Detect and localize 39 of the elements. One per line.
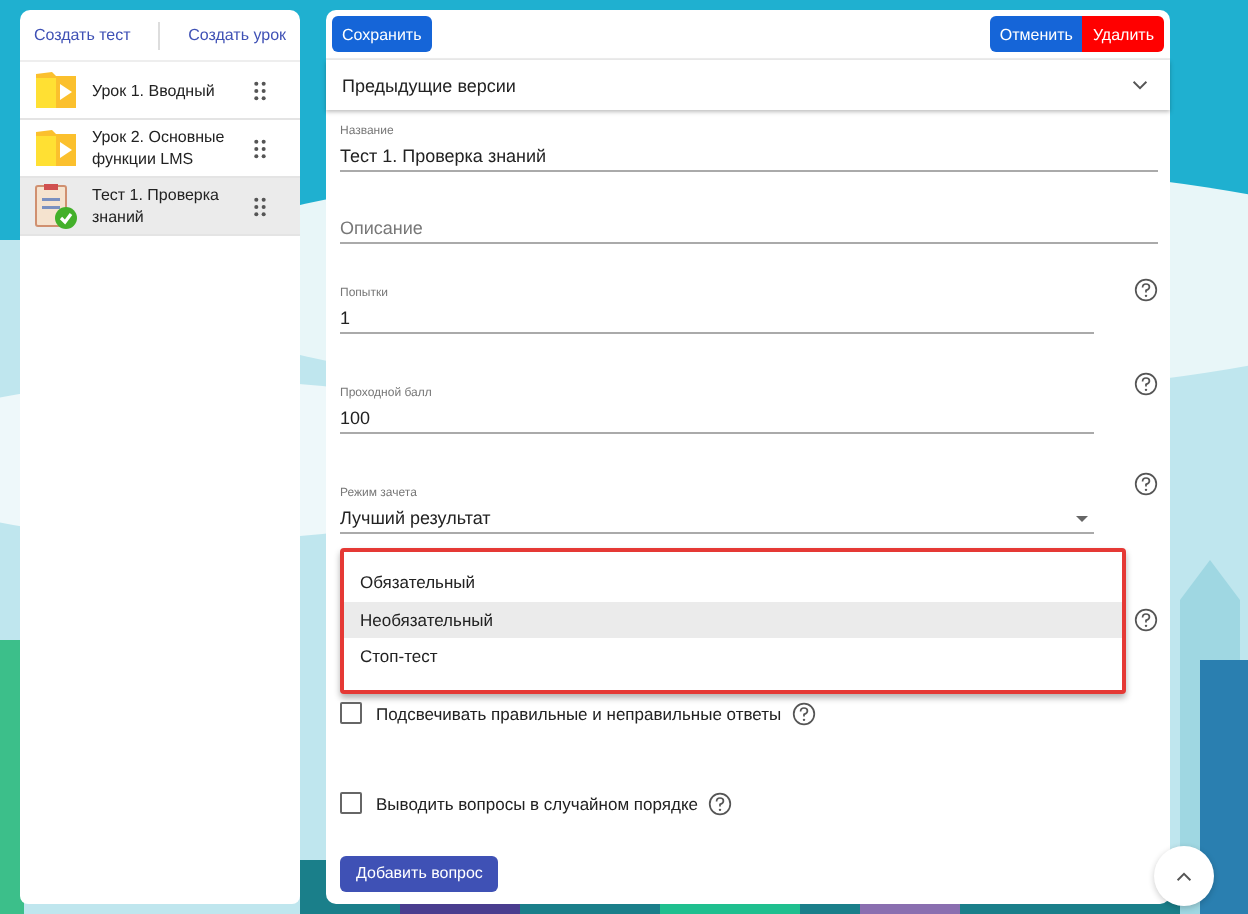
drag-handle-icon[interactable] (252, 79, 268, 101)
menu-option[interactable]: Обязательный (344, 564, 1122, 601)
checklist-icon (32, 182, 80, 230)
checkbox-label: Подсвечивать правильные и неправильные ответы (376, 703, 782, 723)
add-question-button[interactable]: Добавить вопрос (340, 855, 499, 891)
input-field[interactable]: Описание (340, 218, 1158, 244)
checkbox[interactable] (340, 702, 362, 724)
book-play-icon (32, 66, 80, 114)
sidebar-item[interactable]: Урок 1. Вводный (20, 62, 300, 120)
versions-panel[interactable]: Предыдущие версии (326, 60, 1170, 110)
select-field[interactable]: Лучший результат (340, 508, 1094, 534)
versions-title: Предыдущие версии (342, 75, 516, 95)
help-icon[interactable] (1134, 277, 1158, 301)
help-icon[interactable] (1134, 608, 1158, 633)
help-icon[interactable] (1134, 472, 1158, 496)
input-field[interactable]: 1 (340, 308, 1094, 334)
chevron-icon (1132, 80, 1148, 90)
help-icon[interactable] (1134, 372, 1158, 396)
item-title: Урок 1. Вводный (92, 79, 217, 101)
save-button[interactable]: Сохранить (332, 16, 432, 52)
cancel-button[interactable]: Отменить (989, 16, 1083, 52)
item-title: Тест 1. Проверка знаний (92, 184, 221, 228)
input-field[interactable]: Тест 1. Проверка знаний (340, 146, 1158, 172)
drag-handle-icon[interactable] (252, 137, 268, 159)
input-field[interactable]: 100 (340, 408, 1094, 434)
create-test-link[interactable]: Создать тест (33, 26, 131, 44)
delete-button[interactable]: Удалить (1082, 16, 1164, 52)
item-title: Урок 2. Основные функции LMS (92, 126, 227, 170)
create-lesson-link[interactable]: Создать урок (188, 26, 287, 44)
book-play-icon (32, 124, 80, 172)
help-icon[interactable] (708, 791, 732, 815)
checkbox[interactable] (340, 792, 362, 814)
menu-option[interactable]: Необязательный (344, 601, 1122, 638)
help-icon[interactable] (791, 701, 816, 725)
menu-option[interactable]: Стоп-тест (344, 638, 1122, 675)
checkbox-label: Выводить вопросы в случайном порядке (376, 793, 698, 813)
chevron-up-icon (1176, 871, 1192, 881)
sidebar-item[interactable]: Тест 1. Проверка знаний (20, 178, 300, 236)
drag-handle-icon[interactable] (252, 195, 268, 217)
